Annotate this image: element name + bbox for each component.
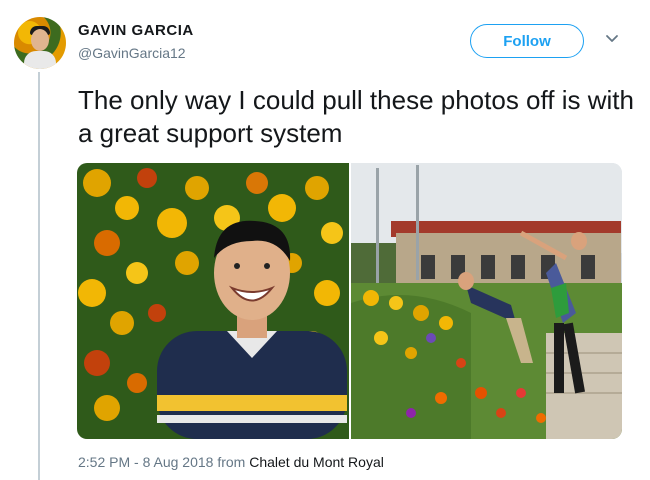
photo-portrait[interactable] [77, 163, 349, 439]
timestamp-time[interactable]: 2:52 PM - 8 Aug 2018 [78, 454, 213, 470]
location-link[interactable]: Chalet du Mont Royal [249, 454, 384, 470]
photo-building[interactable] [351, 163, 622, 439]
avatar-face [31, 29, 49, 51]
avatar-shirt [24, 51, 56, 69]
thread-line [38, 72, 40, 480]
timestamp-from: from [217, 454, 246, 470]
avatar[interactable] [14, 17, 66, 69]
tweet-media[interactable] [77, 163, 622, 439]
user-name[interactable]: GAVIN GARCIA [78, 22, 194, 39]
tweet-text: The only way I could pull these photos o… [78, 85, 634, 148]
chevron-down-icon[interactable] [605, 32, 619, 46]
tweet-timestamp: 2:52 PM - 8 Aug 2018 from Chalet du Mont… [78, 454, 384, 470]
user-handle[interactable]: @GavinGarcia12 [78, 45, 186, 61]
follow-button[interactable]: Follow [470, 24, 584, 58]
